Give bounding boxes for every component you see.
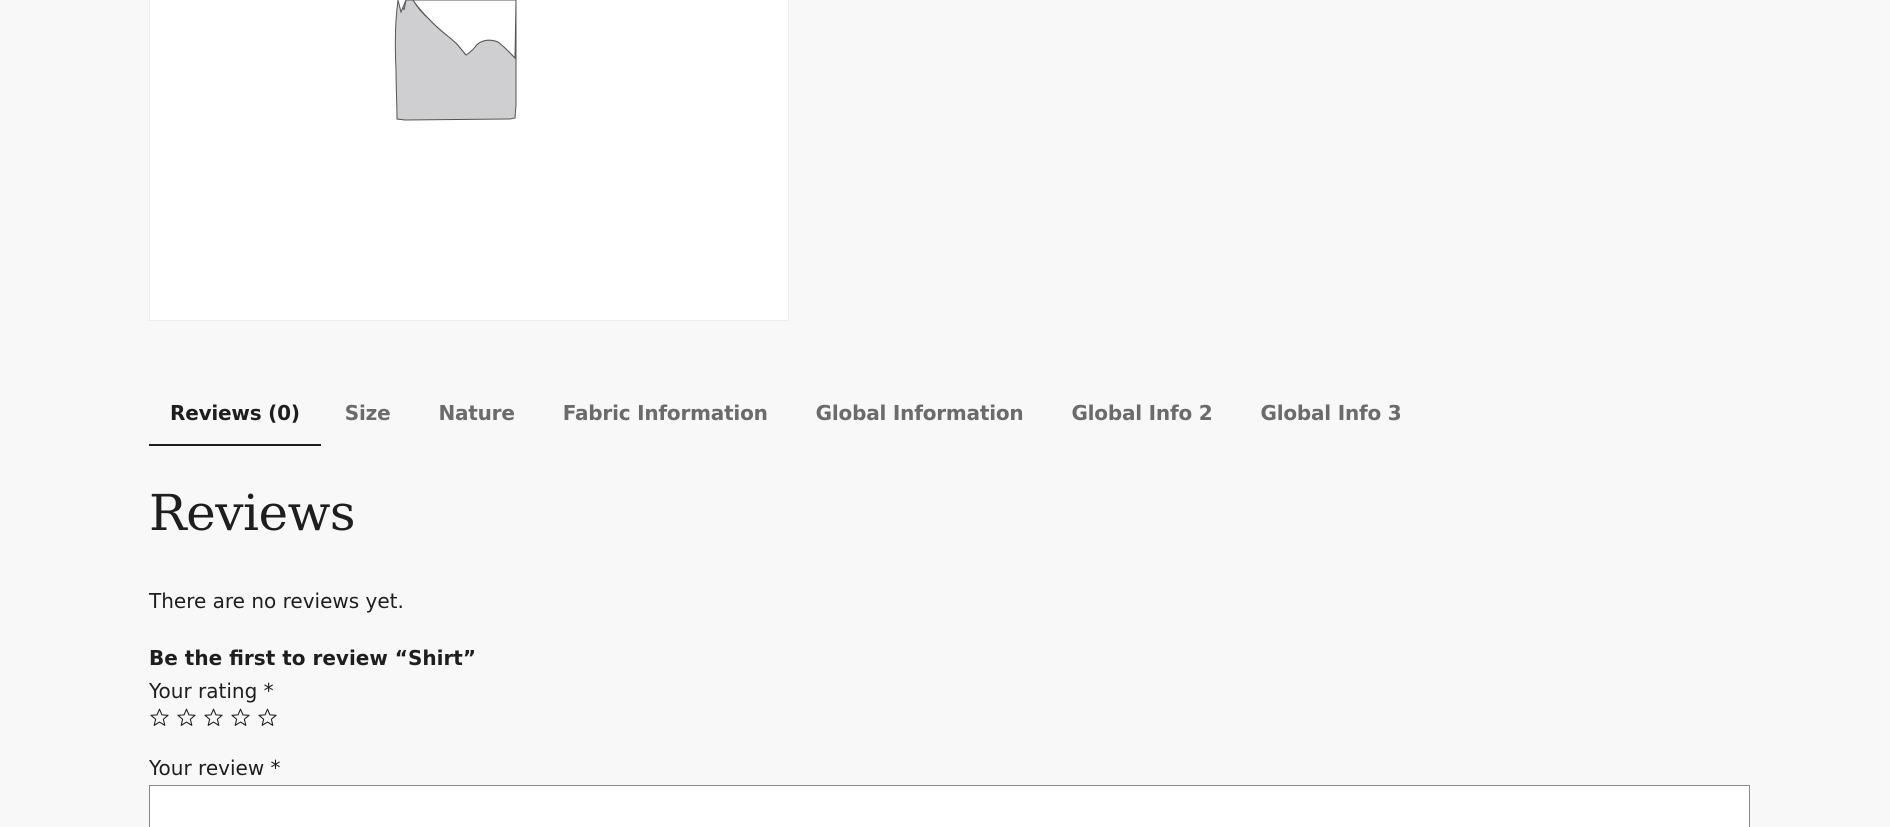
star-1-icon[interactable] bbox=[149, 707, 170, 728]
review-form-title: Be the first to review “Shirt” bbox=[149, 646, 477, 670]
tab-global-information[interactable]: Global Information bbox=[792, 388, 1048, 444]
tab-size[interactable]: Size bbox=[321, 388, 415, 444]
no-reviews-message: There are no reviews yet. bbox=[149, 589, 404, 613]
rating-label: Your rating * bbox=[149, 679, 274, 703]
review-textarea[interactable] bbox=[149, 785, 1750, 827]
tab-reviews[interactable]: Reviews (0) bbox=[149, 388, 321, 446]
image-placeholder-icon bbox=[394, 0, 517, 121]
reviews-heading: Reviews bbox=[149, 484, 356, 542]
tab-nature[interactable]: Nature bbox=[414, 388, 538, 444]
tab-fabric-information[interactable]: Fabric Information bbox=[539, 388, 792, 444]
star-2-icon[interactable] bbox=[176, 707, 197, 728]
star-5-icon[interactable] bbox=[257, 707, 278, 728]
tab-global-info-2[interactable]: Global Info 2 bbox=[1047, 388, 1236, 444]
product-image-placeholder[interactable] bbox=[149, 0, 789, 321]
review-label: Your review * bbox=[149, 756, 281, 780]
product-tabs: Reviews (0) Size Nature Fabric Informati… bbox=[149, 388, 1426, 446]
star-3-icon[interactable] bbox=[203, 707, 224, 728]
product-page: Reviews (0) Size Nature Fabric Informati… bbox=[0, 0, 1890, 827]
star-4-icon[interactable] bbox=[230, 707, 251, 728]
star-rating bbox=[149, 707, 278, 728]
tab-global-info-3[interactable]: Global Info 3 bbox=[1236, 388, 1425, 444]
